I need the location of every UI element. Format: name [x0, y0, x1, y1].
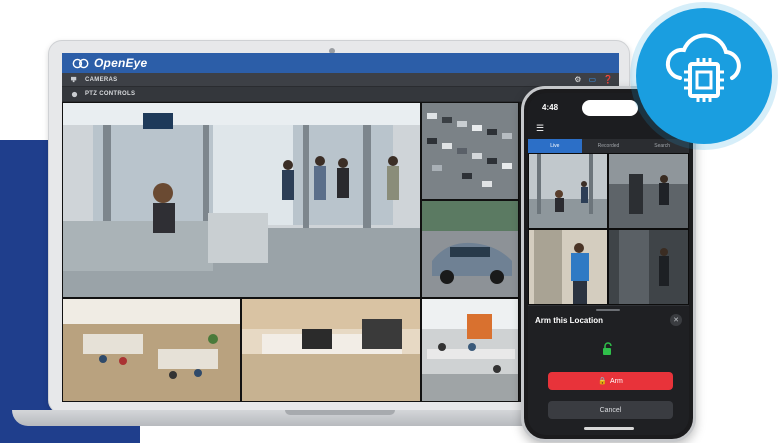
status-time: 4:48 — [542, 103, 559, 112]
laptop-base-notch — [285, 410, 395, 415]
menu-label-ptz: PTZ CONTROLS — [85, 91, 136, 97]
phone-tile-corridor[interactable] — [608, 229, 689, 305]
camera-tile-workspace[interactable] — [62, 298, 241, 402]
gear-icon[interactable]: ⚙ — [574, 75, 581, 84]
phone-lobby-scene — [529, 154, 607, 228]
arm-button-label: Arm — [609, 377, 623, 385]
camera-tile-open-office[interactable] — [421, 298, 519, 402]
ptz-icon — [71, 91, 78, 97]
camera-icon — [71, 76, 77, 83]
unlock-icon — [603, 342, 612, 355]
phone-tabs: Live Recorded Search — [528, 139, 689, 153]
phone-device: 4:48 ☰ Live Recorded Search Arm this Loc… — [521, 86, 696, 442]
workspace-scene — [63, 299, 240, 401]
cloud-badge — [636, 8, 772, 144]
menu-icon[interactable]: ☰ — [536, 123, 544, 134]
phone-camera-grid — [528, 153, 689, 305]
menu-label-cameras: CAMERAS — [85, 76, 118, 83]
brand-name: OpenEye — [94, 56, 148, 70]
camera-tile-driveway[interactable] — [421, 200, 519, 298]
phone-tile-door[interactable] — [528, 229, 608, 305]
dynamic-island — [582, 100, 638, 116]
open-office-scene — [422, 299, 518, 401]
close-icon[interactable]: ✕ — [670, 314, 682, 326]
openeye-logo-icon — [72, 58, 89, 68]
tab-live[interactable]: Live — [528, 139, 582, 153]
help-icon[interactable]: ❓ — [603, 75, 613, 84]
driveway-scene — [422, 201, 518, 297]
sheet-drag-handle[interactable] — [596, 309, 620, 311]
phone-corridor-scene — [609, 230, 688, 304]
app-header: OpenEye — [62, 53, 619, 73]
phone-hallway-scene — [609, 154, 688, 228]
lobby-scene — [63, 103, 420, 297]
parking-scene — [422, 103, 518, 199]
cloud-chip-icon — [665, 33, 741, 102]
menu-item-cameras[interactable]: CAMERAS ⚙ ▭ ❓ — [62, 73, 619, 87]
toolbar-icons: ⚙ ▭ ❓ — [574, 75, 613, 84]
tab-recorded[interactable]: Recorded — [582, 139, 636, 153]
phone-tile-lobby[interactable] — [528, 153, 608, 229]
chat-icon[interactable]: ▭ — [588, 75, 596, 84]
sheet-title: Arm this Location — [535, 316, 604, 325]
camera-tile-lobby[interactable] — [62, 102, 421, 298]
cancel-button[interactable]: Cancel — [548, 401, 673, 419]
tab-search[interactable]: Search — [635, 139, 689, 153]
arm-button[interactable]: 🔒 Arm — [548, 372, 673, 390]
marketing-scene: OpenEye CAMERAS ⚙ ▭ ❓ PTZ CONTROLS 4:48 … — [0, 0, 781, 443]
phone-screen: 4:48 ☰ Live Recorded Search Arm this Loc… — [528, 93, 689, 435]
phone-door-scene — [529, 230, 607, 304]
phone-tile-hallway[interactable] — [608, 153, 689, 229]
home-indicator — [584, 427, 634, 430]
camera-tile-parking[interactable] — [421, 102, 519, 200]
arm-location-sheet: Arm this Location ✕ 🔒 Arm Cancel — [528, 305, 689, 435]
camera-tile-coffee-bar[interactable] — [241, 298, 421, 402]
coffee-bar-scene — [242, 299, 420, 401]
lock-icon: 🔒 — [598, 378, 607, 385]
